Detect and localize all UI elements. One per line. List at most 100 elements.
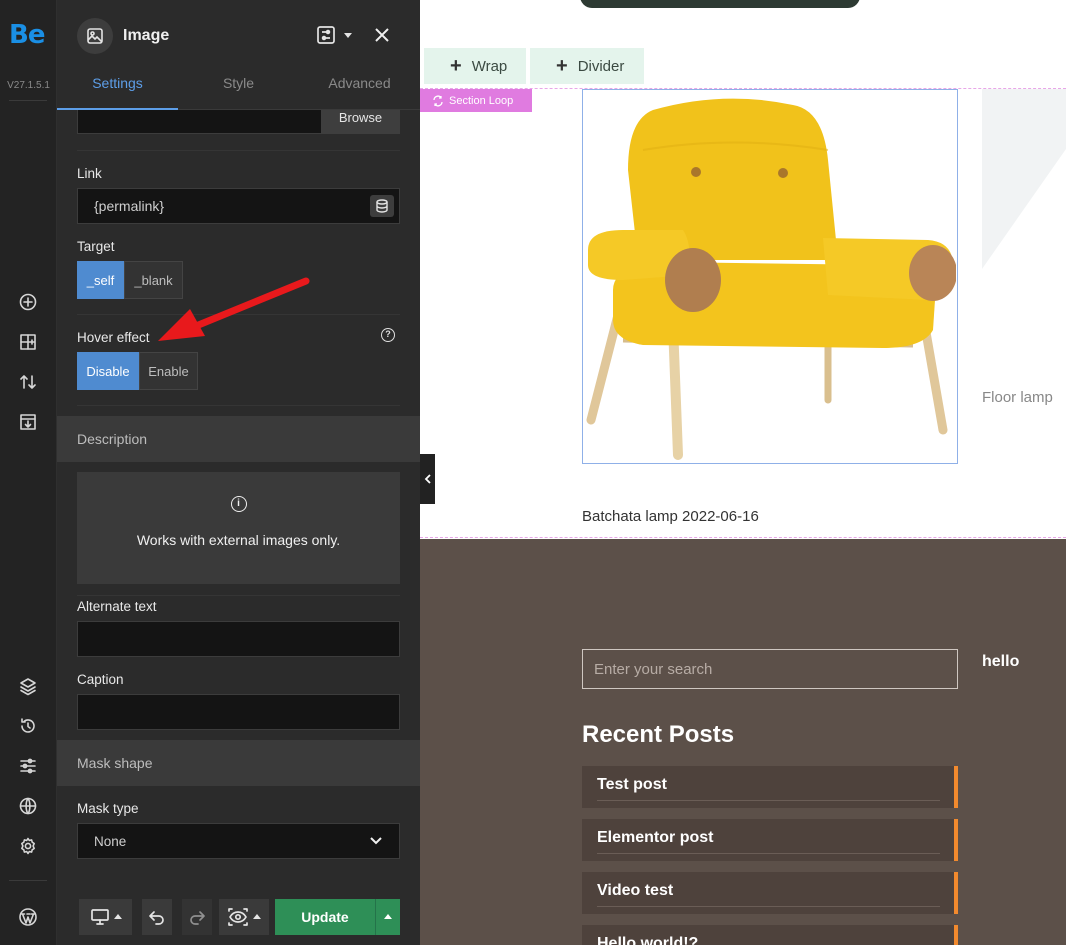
info-icon: i [230,496,247,512]
divider [77,314,400,315]
hover-effect-label: Hover effect [77,330,150,345]
product-image[interactable] [582,89,958,464]
link-value: {permalink} [94,198,165,214]
product-image-placeholder[interactable] [982,89,1066,345]
left-rail: Be V27.1.5.1 [0,0,57,945]
undo-button[interactable] [142,899,172,935]
caret-down-icon [344,33,352,38]
image-fragment [580,0,860,8]
divider [77,405,400,406]
gear-icon[interactable] [16,834,40,858]
be-logo[interactable]: Be [9,20,45,50]
target-label: Target [77,239,115,254]
desktop-icon [90,909,109,925]
target-self-option[interactable]: _self [77,261,124,299]
preview-button[interactable] [219,899,269,935]
divider [77,150,400,151]
help-icon[interactable]: ? [381,328,395,342]
caret-up-icon [113,914,122,919]
post-link[interactable]: Test post [597,776,667,794]
link-field[interactable]: {permalink} [77,188,400,224]
layers-icon[interactable] [16,674,40,698]
post-link[interactable]: Hello world!? [597,935,698,945]
add-icon[interactable] [16,290,40,314]
hover-disable-option[interactable]: Disable [77,352,139,390]
version-label: V27.1.5.1 [7,80,50,91]
dynamic-data-icon[interactable] [370,195,394,217]
tab-style[interactable]: Style [178,62,299,110]
caret-up-icon [384,914,392,919]
presets-button[interactable] [315,24,353,46]
search-input[interactable]: Enter your search [582,649,958,689]
info-box: i Works with external images only. [77,472,400,584]
hover-enable-option[interactable]: Enable [139,352,198,390]
footer-widgets: Enter your search hello Recent Posts Tes… [420,539,1066,945]
update-options-button[interactable] [375,899,400,935]
section-loop-label: Section Loop [449,94,514,107]
caret-up-icon [253,914,261,919]
tab-settings[interactable]: Settings [57,62,178,110]
layout-icon[interactable] [16,330,40,354]
product-title[interactable]: Batchata lamp 2022-06-16 [582,508,759,525]
add-divider-button[interactable]: + Divider [530,48,644,84]
plus-icon: + [556,54,568,77]
info-text: Works with external images only. [136,532,341,548]
sliders-icon[interactable] [16,754,40,778]
image-icon [77,18,113,54]
history-icon[interactable] [16,714,40,738]
redo-icon [190,911,205,925]
mask-type-select[interactable]: None [77,823,400,859]
settings-panel: Image Settings Style Advanced Browse Lin… [57,0,420,945]
sort-icon[interactable] [16,370,40,394]
link-label: Link [77,166,102,181]
mask-type-label: Mask type [77,801,139,816]
tab-advanced[interactable]: Advanced [299,62,420,110]
section-loop-badge[interactable]: Section Loop [420,89,532,112]
page-canvas: + Wrap + Divider Section Loop Batchata l… [420,0,1066,945]
device-button[interactable] [79,899,132,935]
update-button[interactable]: Update [275,899,375,935]
add-divider-label: Divider [577,57,625,75]
chevron-left-icon [424,474,431,484]
panel-header: Image Settings Style Advanced [57,0,420,110]
divider [77,595,400,596]
product-title-secondary[interactable]: Floor lamp [982,389,1053,406]
post-item[interactable]: Video test [582,872,958,914]
post-link[interactable]: Elementor post [597,829,713,847]
plus-icon: + [450,54,462,77]
globe-icon[interactable] [16,794,40,818]
mask-shape-section-header[interactable]: Mask shape [57,740,420,786]
panel-footer: Update [57,880,420,945]
armchair-image [586,98,957,460]
caption-field[interactable] [77,694,400,730]
post-link[interactable]: Video test [597,882,673,900]
post-item[interactable]: Elementor post [582,819,958,861]
hover-effect-toggle: Disable Enable [77,352,198,390]
import-icon[interactable] [16,410,40,434]
add-wrap-button[interactable]: + Wrap [424,48,526,84]
post-item[interactable]: Test post [582,766,958,808]
target-toggle: _self _blank [77,261,183,299]
panel-tabs: Settings Style Advanced [57,62,420,110]
redo-button[interactable] [182,899,212,935]
rail-divider [9,100,47,101]
mask-type-value: None [94,833,127,849]
target-blank-option[interactable]: _blank [124,261,183,299]
loop-icon [433,95,443,106]
post-item[interactable]: Hello world!? [582,925,958,945]
rail-divider [9,880,47,881]
alt-text-field[interactable] [77,621,400,657]
undo-icon [149,911,164,925]
hello-text: hello [982,653,1020,670]
caption-label: Caption [77,672,124,687]
close-icon[interactable] [371,24,393,51]
panel-title: Image [123,27,170,44]
wordpress-icon[interactable] [16,905,40,929]
chevron-down-icon [370,837,382,845]
presets-icon [317,26,335,44]
add-wrap-label: Wrap [471,57,508,75]
description-section-header[interactable]: Description [57,416,420,462]
recent-posts-title: Recent Posts [582,721,735,748]
collapse-panel-handle[interactable] [420,454,435,504]
preview-eye-icon [228,908,248,926]
